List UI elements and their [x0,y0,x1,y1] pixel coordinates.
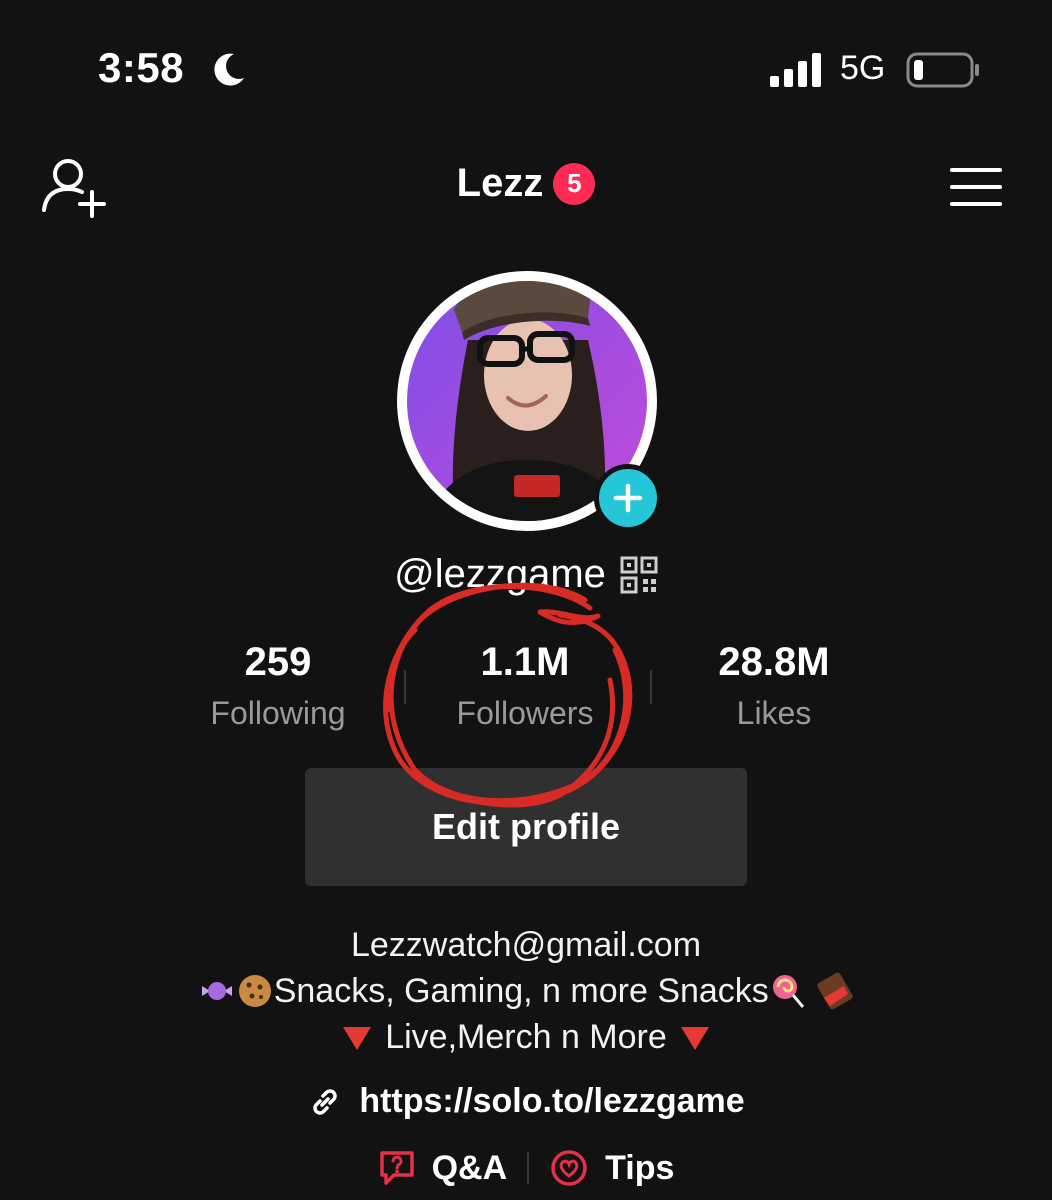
stat-following-label: Following [210,695,346,731]
profile-title-bar[interactable]: Lezz 5 [0,161,1052,206]
status-time: 3:58 [98,44,185,91]
profile-actions-row: Q&A Tips [0,1148,1052,1188]
bio-line-live: Live,Merch n More [0,1014,1052,1060]
lollipop-icon [772,975,804,1008]
stat-divider [650,670,652,704]
cellular-signal-icon [770,53,821,87]
link-icon [313,1088,338,1115]
edit-profile-button[interactable]: Edit profile [305,768,747,886]
tips-heart-icon [551,1150,587,1186]
stat-following-value: 259 [244,640,312,684]
stat-likes-label: Likes [736,695,812,731]
plus-icon [613,483,643,513]
actions-divider [527,1152,530,1184]
chocolate-bar-icon [817,972,853,1010]
bio-line-snacks: Snacks, Gaming, n more Snacks [0,968,1052,1014]
notification-badge: 5 [553,162,596,205]
tips-button[interactable]: Tips [549,1148,674,1188]
bio-snacks-text: Snacks, Gaming, n more Snacks [273,972,769,1010]
question-chat-icon [379,1151,414,1185]
profile-link-url[interactable]: https://solo.to/lezzgame [359,1082,744,1121]
stat-likes-value: 28.8M [718,640,830,684]
profile-link[interactable]: https://solo.to/lezzgame [0,1082,1052,1121]
bio-live-text: Live,Merch n More [385,1018,667,1056]
qa-label: Q&A [431,1148,508,1187]
qr-code-icon[interactable] [620,556,658,594]
candy-icon [201,982,232,1000]
cookie-icon [238,975,271,1007]
red-triangle-icon [681,1027,710,1050]
stat-likes[interactable]: 28.8M Likes [654,640,894,732]
stat-followers[interactable]: 1.1M Followers [405,640,645,732]
bio-email: Lezzwatch@gmail.com [350,926,702,964]
tips-label: Tips [605,1148,675,1187]
network-type: 5G [840,49,886,87]
profile-bio: Lezzwatch@gmail.com Snacks, Gaming, n mo… [0,922,1052,1060]
username: @lezzgame [394,552,606,596]
add-avatar-button[interactable] [594,464,662,532]
username-row: @lezzgame [0,552,1052,597]
profile-title: Lezz [456,161,544,205]
battery-icon [906,52,979,88]
red-triangle-icon [342,1027,371,1050]
stat-followers-label: Followers [456,695,594,731]
stat-followers-value: 1.1M [480,640,570,684]
stat-following[interactable]: 259 Following [158,640,398,732]
do-not-disturb-moon-icon [214,53,244,86]
qa-button[interactable]: Q&A [378,1148,508,1188]
hamburger-menu-icon[interactable] [948,164,1004,210]
